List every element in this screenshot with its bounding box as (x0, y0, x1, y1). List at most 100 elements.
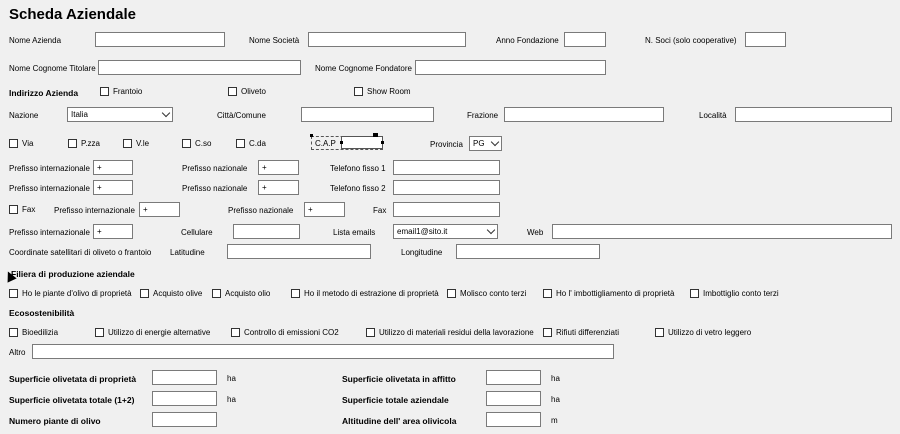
prefisso-internazionale-cell-field[interactable] (93, 224, 133, 239)
vle-checkbox-label: V.le (136, 139, 150, 148)
provincia-select[interactable]: PG (469, 136, 502, 151)
checkbox-box[interactable] (543, 289, 552, 298)
via-checkbox-label: Via (22, 139, 34, 148)
latitudine-field[interactable] (227, 244, 371, 259)
vle-checkbox-box[interactable] (123, 139, 132, 148)
resize-handle[interactable] (340, 141, 343, 144)
fax-checkbox-label: Fax (22, 205, 36, 214)
vle-checkbox[interactable]: V.le (123, 139, 149, 148)
eco-checkbox[interactable]: Controllo di emissioni CO2 (231, 328, 339, 337)
fax-checkbox[interactable]: Fax (9, 205, 35, 214)
fax-checkbox-box[interactable] (9, 205, 18, 214)
checkbox-box[interactable] (366, 328, 375, 337)
checkbox-box[interactable] (291, 289, 300, 298)
eco-checkbox[interactable]: Rifiuti differenziati (543, 328, 619, 337)
longitudine-label: Longitudine (401, 248, 443, 257)
eco-checkbox[interactable]: Bioedilizia (9, 328, 58, 337)
nome-fondatore-field[interactable] (415, 60, 606, 75)
web-field[interactable] (552, 224, 892, 239)
nome-societa-field[interactable] (308, 32, 466, 47)
sup-totale-az-field[interactable] (486, 391, 541, 406)
telefono-fisso-1-field[interactable] (393, 160, 500, 175)
frantoio-checkbox[interactable]: Frantoio (100, 87, 142, 96)
pzza-checkbox[interactable]: P.zza (68, 139, 100, 148)
citta-field[interactable] (301, 107, 434, 122)
altro-field[interactable] (32, 344, 614, 359)
cso-checkbox-box[interactable] (182, 139, 191, 148)
nome-azienda-field[interactable] (95, 32, 225, 47)
prefisso-internazionale-2-label: Prefisso internazionale (9, 184, 90, 193)
cda-checkbox[interactable]: C.da (236, 139, 266, 148)
sup-totale-az-label: Superficie totale aziendale (342, 395, 449, 405)
frazione-field[interactable] (504, 107, 664, 122)
longitudine-field[interactable] (456, 244, 600, 259)
resize-handle[interactable] (381, 141, 384, 144)
nazione-select[interactable]: Italia (67, 107, 173, 122)
checkbox-label: Controllo di emissioni CO2 (244, 328, 339, 337)
n-soci-field[interactable] (745, 32, 786, 47)
sup-affitto-field[interactable] (486, 370, 541, 385)
filiera-checkbox[interactable]: Ho l' imbottigliamento di proprietà (543, 289, 674, 298)
filiera-checkbox[interactable]: Ho le piante d'olivo di proprietà (9, 289, 132, 298)
cda-checkbox-box[interactable] (236, 139, 245, 148)
telefono-fisso-2-field[interactable] (393, 180, 500, 195)
filiera-checkbox[interactable]: Ho il metodo di estrazione di proprietà (291, 289, 439, 298)
oliveto-checkbox-box[interactable] (228, 87, 237, 96)
prefisso-internazionale-2-field[interactable] (93, 180, 133, 195)
eco-checkbox[interactable]: Utilizzo di energie alternative (95, 328, 210, 337)
smart-tag-icon[interactable] (373, 133, 378, 137)
show-room-checkbox[interactable]: Show Room (354, 87, 411, 96)
chevron-down-icon (490, 137, 500, 147)
localita-field[interactable] (735, 107, 892, 122)
checkbox-box[interactable] (9, 328, 18, 337)
frantoio-checkbox-box[interactable] (100, 87, 109, 96)
pzza-checkbox-box[interactable] (68, 139, 77, 148)
sup-affitto-label: Superficie olivetata in affitto (342, 374, 456, 384)
altitudine-field[interactable] (486, 412, 541, 427)
via-checkbox-box[interactable] (9, 139, 18, 148)
oliveto-checkbox[interactable]: Oliveto (228, 87, 266, 96)
provincia-select-value: PG (473, 139, 485, 148)
checkbox-box[interactable] (140, 289, 149, 298)
checkbox-box[interactable] (212, 289, 221, 298)
cap-field[interactable] (341, 136, 383, 149)
filiera-checkbox[interactable]: Acquisto olive (140, 289, 202, 298)
eco-checkbox[interactable]: Utilizzo di materiali residui della lavo… (366, 328, 534, 337)
checkbox-box[interactable] (655, 328, 664, 337)
numero-piante-field[interactable] (152, 412, 217, 427)
checkbox-box[interactable] (447, 289, 456, 298)
fax-label: Fax (373, 206, 387, 215)
checkbox-box[interactable] (95, 328, 104, 337)
filiera-checkbox[interactable]: Imbottiglio conto terzi (690, 289, 779, 298)
cap-group[interactable]: C.A.P (310, 133, 387, 152)
sup-totale-12-field[interactable] (152, 391, 217, 406)
cellulare-label: Cellulare (181, 228, 213, 237)
anno-fondazione-field[interactable] (564, 32, 606, 47)
filiera-checkbox[interactable]: Acquisto olio (212, 289, 270, 298)
eco-checkbox[interactable]: Utilizzo di vetro leggero (655, 328, 751, 337)
cso-checkbox[interactable]: C.so (182, 139, 211, 148)
sup-proprieta-label: Superficie olivetata di proprietà (9, 374, 137, 384)
altitudine-label: Altitudine dell' area olivicola (342, 416, 457, 426)
resize-handle[interactable] (310, 134, 313, 137)
checkbox-box[interactable] (543, 328, 552, 337)
filiera-checkbox[interactable]: Molisco conto terzi (447, 289, 526, 298)
prefisso-internazionale-fax-field[interactable] (139, 202, 180, 217)
prefisso-nazionale-1-field[interactable] (258, 160, 299, 175)
via-checkbox[interactable]: Via (9, 139, 33, 148)
email-select[interactable]: email1@sito.it (393, 224, 498, 239)
email-select-value: email1@sito.it (397, 227, 448, 236)
prefisso-nazionale-fax-label: Prefisso nazionale (228, 206, 294, 215)
fax-field[interactable] (393, 202, 500, 217)
prefisso-internazionale-1-field[interactable] (93, 160, 133, 175)
prefisso-nazionale-fax-field[interactable] (304, 202, 345, 217)
cellulare-field[interactable] (233, 224, 300, 239)
sup-proprieta-field[interactable] (152, 370, 217, 385)
show-room-checkbox-box[interactable] (354, 87, 363, 96)
nome-titolare-field[interactable] (98, 60, 301, 75)
checkbox-box[interactable] (231, 328, 240, 337)
prefisso-nazionale-2-field[interactable] (258, 180, 299, 195)
checkbox-box[interactable] (690, 289, 699, 298)
nome-titolare-label: Nome Cognome Titolare (9, 64, 96, 73)
checkbox-box[interactable] (9, 289, 18, 298)
